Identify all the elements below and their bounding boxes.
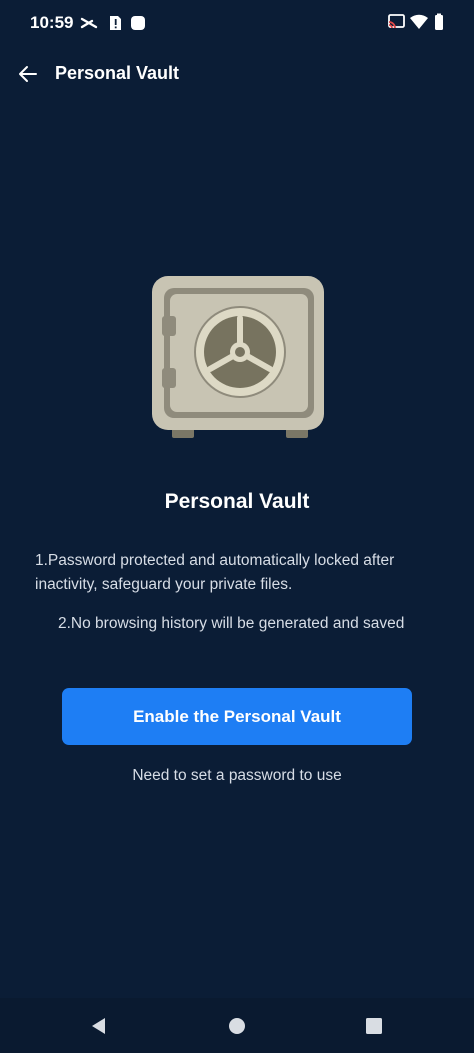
- cut-icon: [80, 17, 98, 29]
- cast-icon: [388, 14, 405, 29]
- sim-alert-icon: [110, 16, 121, 30]
- nav-recents-button[interactable]: [358, 1010, 390, 1042]
- battery-icon: [435, 13, 443, 30]
- page-title: Personal Vault: [55, 63, 180, 83]
- navigation-bar: [0, 998, 474, 1053]
- home-circle-icon: [229, 1018, 245, 1034]
- status-time: 10:59: [30, 13, 74, 32]
- enable-vault-button[interactable]: Enable the Personal Vault: [62, 688, 412, 745]
- wifi-icon: [410, 14, 428, 29]
- nav-back-button[interactable]: [83, 1010, 115, 1042]
- recents-square-icon: [366, 1018, 382, 1034]
- description-line-1: 1.Password protected and automatically l…: [35, 552, 395, 593]
- app-bar: Personal Vault: [0, 46, 474, 102]
- safe-icon: [152, 276, 324, 438]
- arrow-left-icon: [19, 66, 37, 82]
- description-line-2: 2.No browsing history will be generated …: [58, 615, 405, 632]
- back-triangle-icon: [92, 1018, 105, 1034]
- status-left-icons: [78, 14, 168, 37]
- status-bar: 10:59: [0, 0, 474, 46]
- status-right-icons: [388, 13, 446, 36]
- password-note: Need to set a password to use: [132, 767, 342, 784]
- safe-illustration: [150, 274, 326, 440]
- vault-heading: Personal Vault: [164, 490, 310, 513]
- back-button[interactable]: [10, 56, 46, 92]
- square-app-icon: [131, 16, 145, 30]
- nav-home-button[interactable]: [221, 1010, 253, 1042]
